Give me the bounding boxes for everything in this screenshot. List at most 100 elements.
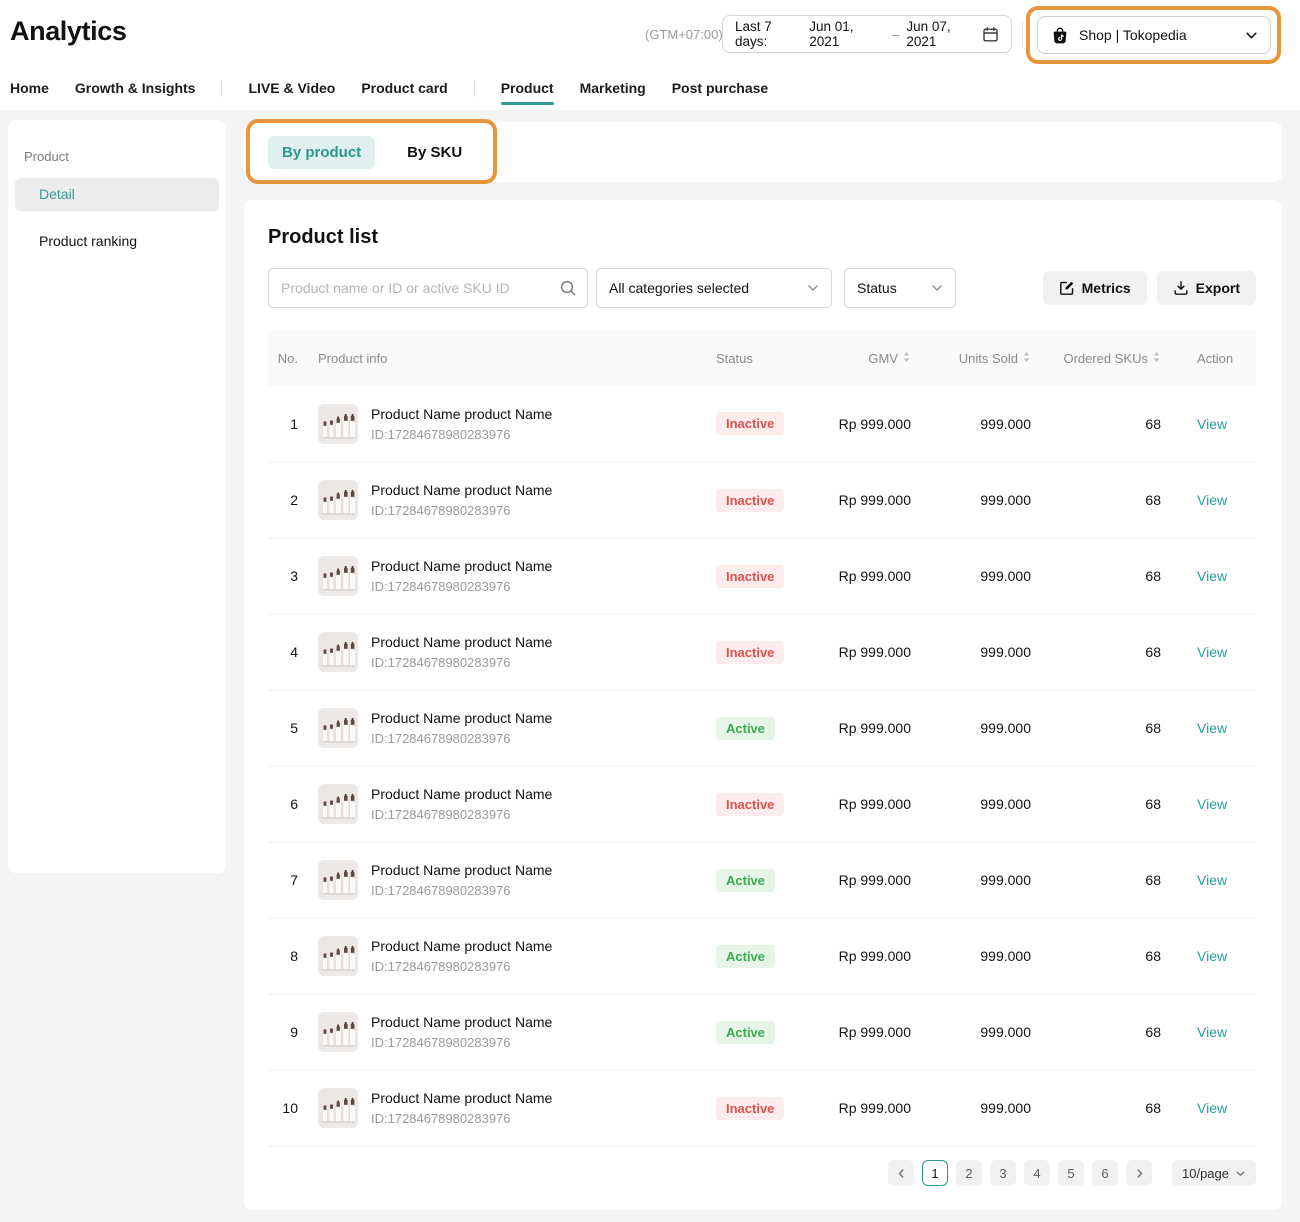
ordered-skus-value: 68 xyxy=(1040,766,1170,842)
download-icon xyxy=(1173,280,1189,296)
view-link[interactable]: View xyxy=(1197,720,1227,736)
product-image xyxy=(318,404,358,444)
search-icon xyxy=(559,279,577,302)
column-header-units-sold[interactable]: Units Sold xyxy=(920,330,1040,386)
row-number: 6 xyxy=(268,766,316,842)
view-link[interactable]: View xyxy=(1197,872,1227,888)
product-text: Product Name product Name ID:17284678980… xyxy=(371,1014,552,1051)
sort-icon[interactable] xyxy=(902,351,911,366)
pagination-page-button[interactable]: 6 xyxy=(1092,1160,1118,1186)
tab-by-product[interactable]: By product xyxy=(268,136,375,169)
nav-divider xyxy=(474,81,475,97)
pagination-page-button[interactable]: 1 xyxy=(922,1160,948,1186)
column-header-gmv[interactable]: GMV xyxy=(808,330,920,386)
search-field-wrap xyxy=(268,268,588,308)
table-row: 10 xyxy=(268,1070,1256,1146)
ordered-skus-value: 68 xyxy=(1040,386,1170,462)
product-info-cell: Product Name product Name ID:17284678980… xyxy=(318,936,708,976)
gmv-value: Rp 999.000 xyxy=(808,690,920,766)
status-badge: Inactive xyxy=(716,489,784,512)
sort-icon[interactable] xyxy=(1022,351,1031,366)
calendar-icon xyxy=(982,26,999,43)
gmv-value: Rp 999.000 xyxy=(808,614,920,690)
nav-item-marketing[interactable]: Marketing xyxy=(580,80,646,98)
pagination-page-button[interactable]: 4 xyxy=(1024,1160,1050,1186)
shop-selector-label: Shop | Tokopedia xyxy=(1079,27,1187,43)
chevron-down-icon xyxy=(1245,29,1258,42)
nav-item-post-purchase[interactable]: Post purchase xyxy=(672,80,768,98)
table-actions: Metrics Export xyxy=(1043,271,1256,305)
chevron-down-icon xyxy=(931,282,943,294)
categories-select[interactable]: All categories selected xyxy=(596,268,832,308)
metrics-button[interactable]: Metrics xyxy=(1043,271,1147,305)
ordered-skus-value: 68 xyxy=(1040,690,1170,766)
nav-item-home[interactable]: Home xyxy=(10,80,49,98)
units-sold-value: 999.000 xyxy=(920,766,1040,842)
product-list-card: Product list All categories selected Sta… xyxy=(244,200,1282,1210)
product-text: Product Name product Name ID:17284678980… xyxy=(371,862,552,899)
view-link[interactable]: View xyxy=(1197,568,1227,584)
status-badge: Inactive xyxy=(716,793,784,816)
pagination-next-button[interactable] xyxy=(1126,1160,1152,1186)
product-image xyxy=(318,632,358,672)
nav-item-live-video[interactable]: LIVE & Video xyxy=(248,80,335,98)
product-image xyxy=(318,784,358,824)
view-link[interactable]: View xyxy=(1197,1100,1227,1116)
row-number: 2 xyxy=(268,462,316,538)
page-size-select[interactable]: 10/page xyxy=(1172,1160,1256,1186)
product-info-cell: Product Name product Name ID:17284678980… xyxy=(318,632,708,672)
units-sold-value: 999.000 xyxy=(920,842,1040,918)
nav-item-product-card[interactable]: Product card xyxy=(361,80,447,98)
product-image xyxy=(318,936,358,976)
gmv-value: Rp 999.000 xyxy=(808,538,920,614)
product-id: ID:17284678980283976 xyxy=(371,731,552,746)
primary-nav: Home Growth & Insights LIVE & Video Prod… xyxy=(10,77,794,101)
column-header-ordered-skus[interactable]: Ordered SKUs xyxy=(1040,330,1170,386)
pagination-prev-button[interactable] xyxy=(888,1160,914,1186)
export-button[interactable]: Export xyxy=(1157,271,1256,305)
status-badge: Active xyxy=(716,717,775,740)
pagination-page-button[interactable]: 2 xyxy=(956,1160,982,1186)
status-select[interactable]: Status xyxy=(844,268,956,308)
ordered-skus-value: 68 xyxy=(1040,462,1170,538)
pagination-page-button[interactable]: 5 xyxy=(1058,1160,1084,1186)
product-info-cell: Product Name product Name ID:17284678980… xyxy=(318,404,708,444)
date-range-picker[interactable]: Last 7 days: Jun 01, 2021 – Jun 07, 2021 xyxy=(722,15,1012,53)
view-link[interactable]: View xyxy=(1197,644,1227,660)
sort-icon[interactable] xyxy=(1152,351,1161,366)
table-row: 5 xyxy=(268,690,1256,766)
view-link[interactable]: View xyxy=(1197,492,1227,508)
units-sold-value: 999.000 xyxy=(920,386,1040,462)
product-info-cell: Product Name product Name ID:17284678980… xyxy=(318,1012,708,1052)
table-row: 2 xyxy=(268,462,1256,538)
chevron-down-icon xyxy=(807,282,819,294)
view-link[interactable]: View xyxy=(1197,948,1227,964)
gmv-value: Rp 999.000 xyxy=(808,766,920,842)
tab-by-sku[interactable]: By SKU xyxy=(407,144,462,161)
gmv-value: Rp 999.000 xyxy=(808,918,920,994)
column-header-product-info: Product info xyxy=(316,330,708,386)
search-input[interactable] xyxy=(268,268,588,308)
page-size-value: 10/page xyxy=(1182,1166,1229,1181)
view-link[interactable]: View xyxy=(1197,416,1227,432)
product-image xyxy=(318,1088,358,1128)
ordered-skus-value: 68 xyxy=(1040,1070,1170,1146)
view-link[interactable]: View xyxy=(1197,1024,1227,1040)
view-link[interactable]: View xyxy=(1197,796,1227,812)
pagination-page-button[interactable]: 3 xyxy=(990,1160,1016,1186)
product-id: ID:17284678980283976 xyxy=(371,1035,552,1050)
product-image xyxy=(318,556,358,596)
table-row: 3 xyxy=(268,538,1256,614)
date-range-separator: – xyxy=(892,27,900,42)
nav-item-product[interactable]: Product xyxy=(501,80,554,98)
nav-item-growth-insights[interactable]: Growth & Insights xyxy=(75,80,196,98)
product-name: Product Name product Name xyxy=(371,710,552,728)
ordered-skus-value: 68 xyxy=(1040,614,1170,690)
metrics-edit-icon xyxy=(1059,280,1075,296)
sidebar-item-product-ranking[interactable]: Product ranking xyxy=(15,225,219,258)
units-sold-value: 999.000 xyxy=(920,462,1040,538)
sidebar-item-detail[interactable]: Detail xyxy=(15,178,219,211)
shop-selector[interactable]: Shop | Tokopedia xyxy=(1037,16,1271,54)
row-number: 9 xyxy=(268,994,316,1070)
product-image xyxy=(318,860,358,900)
